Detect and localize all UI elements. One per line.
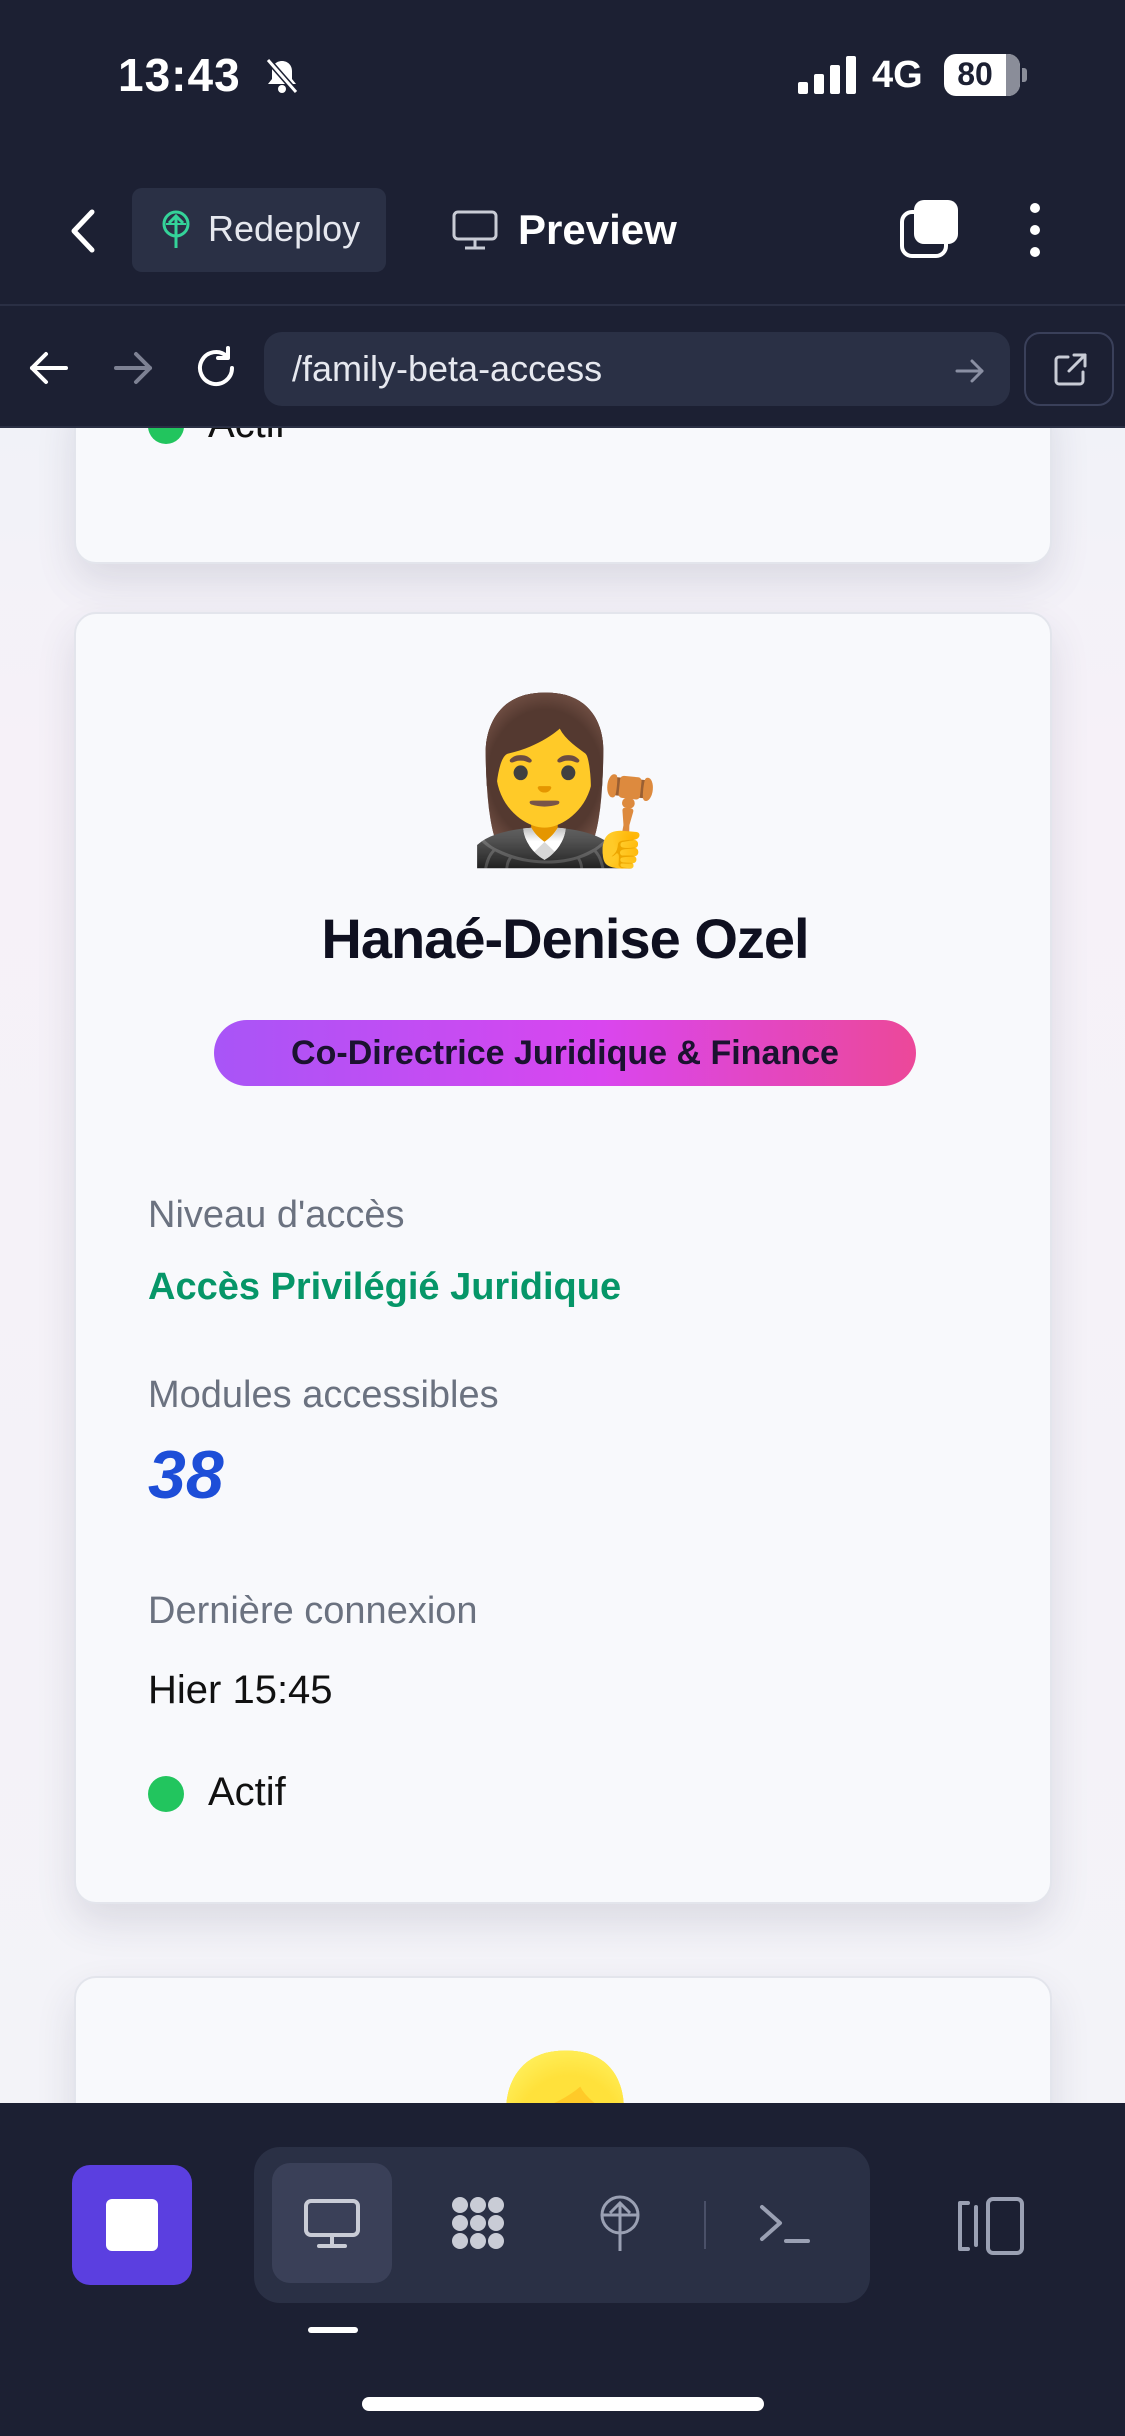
external-link-icon [1054,353,1087,386]
previous-status-label: Actif [208,428,286,446]
last-login-value: Hier 15:45 [148,1668,333,1712]
url-bar: /family-beta-access [0,306,1125,428]
modules-count: 38 [148,1437,224,1513]
open-external-button[interactable] [1024,332,1114,406]
redeploy-icon [162,210,190,248]
preview-button[interactable]: Preview [450,188,690,272]
tool-switcher [254,2147,870,2303]
active-tab-indicator [308,2327,358,2333]
member-status-label: Actif [208,1770,286,1814]
tool-separator [704,2201,706,2249]
bell-slash-icon [265,58,299,94]
signal-icon [798,56,856,94]
battery-indicator: 80 [944,54,1027,96]
last-login-label: Dernière connexion [148,1590,478,1632]
tabs-icon[interactable] [898,198,960,260]
member-name: Hanaé-Denise Ozel [321,907,809,970]
deploy-icon [600,2195,640,2251]
stop-button[interactable] [72,2165,192,2285]
home-indicator [362,2397,764,2411]
workflow-icon [452,2197,504,2249]
network-label: 4G [872,54,923,96]
previous-member-card: Actif [74,428,1052,564]
url-input[interactable]: /family-beta-access [264,332,1010,406]
back-chevron-icon[interactable] [62,206,106,256]
status-dot [148,1776,184,1813]
layout-toggle-icon[interactable] [956,2197,1026,2255]
status-bar: 13:43 4G 80 [0,0,1125,150]
more-icon[interactable] [1022,202,1048,258]
next-member-card: 👱‍♀️ [74,1976,1052,2103]
access-level-label: Niveau d'accès [148,1194,405,1236]
preview-label: Preview [518,206,677,253]
deploy-tool-button[interactable] [560,2163,680,2283]
app-toolbar: Redeploy Preview [0,150,1125,306]
reload-icon[interactable] [192,344,240,392]
status-time: 13:43 [118,49,241,101]
access-level-value: Accès Privilégié Juridique [148,1266,622,1308]
nav-forward-icon[interactable] [110,348,156,388]
workflow-tool-button[interactable] [418,2163,538,2283]
stop-icon [106,2199,158,2251]
nav-back-icon[interactable] [26,348,72,388]
terminal-icon [760,2205,810,2243]
next-member-avatar: 👱‍♀️ [76,2048,1054,2103]
modules-label: Modules accessibles [148,1374,499,1416]
web-preview-viewport[interactable]: Actif 👩‍⚖️ Hanaé-Denise Ozel Co-Directri… [0,428,1125,2103]
member-card: 👩‍⚖️ Hanaé-Denise Ozel Co-Directrice Jur… [74,612,1052,1904]
terminal-tool-button[interactable] [724,2163,844,2283]
member-avatar: 👩‍⚖️ [465,690,665,869]
monitor-icon [452,210,498,250]
bottom-toolbar [0,2103,1125,2436]
desktop-tool-button[interactable] [272,2163,392,2283]
role-badge: Co-Directrice Juridique & Finance [214,1020,916,1086]
member-status: Actif [148,1770,286,1815]
previous-status: Actif [148,428,286,447]
redeploy-button[interactable]: Redeploy [132,188,386,272]
battery-level: 80 [957,56,993,92]
redeploy-label: Redeploy [208,208,361,249]
url-go-icon[interactable] [954,358,986,384]
status-dot [148,428,184,445]
desktop-icon [304,2199,360,2248]
